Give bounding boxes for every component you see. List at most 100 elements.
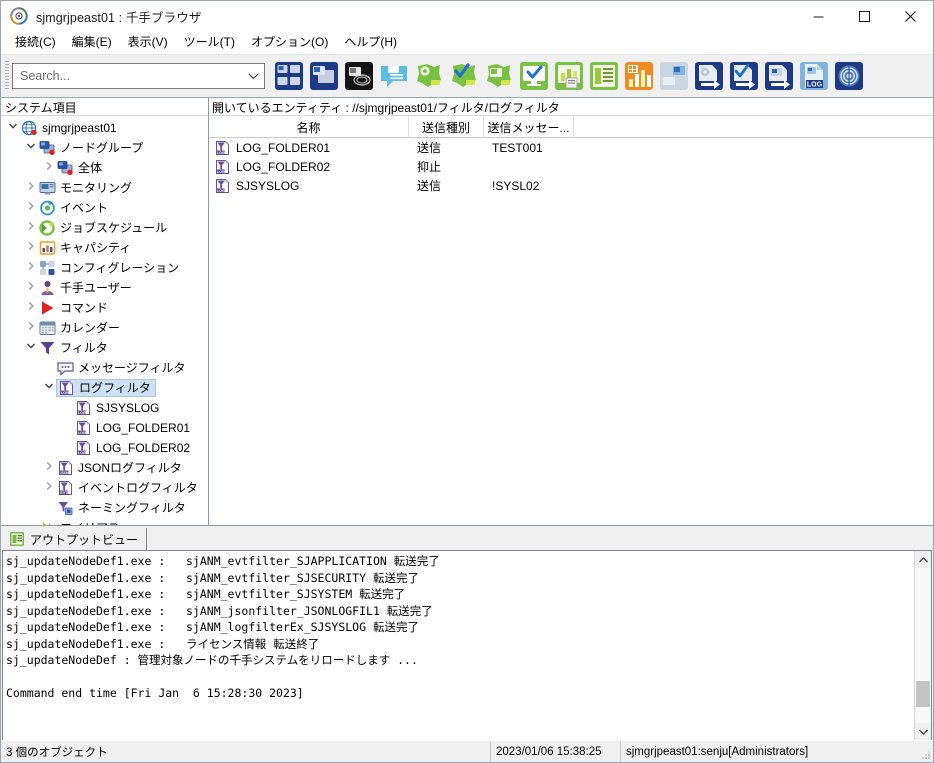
chevron-right-icon[interactable] — [24, 178, 38, 198]
svg-text:LOG: LOG — [78, 411, 86, 415]
chevron-right-icon[interactable] — [24, 218, 38, 238]
chevron-right-icon[interactable] — [24, 278, 38, 298]
menu-connect[interactable]: 接続(C) — [7, 33, 64, 53]
body-area: システム項目 sjmgrjpeast01 ノードグループ 全体 モニタリング イ… — [1, 98, 933, 525]
tree-node-message-filter[interactable]: メッセージフィルタ — [1, 358, 208, 378]
search-input[interactable] — [13, 68, 242, 84]
toolbar-message-filter-icon[interactable] — [378, 60, 410, 92]
toolbar-node-group-icon[interactable] — [273, 60, 305, 92]
tree-node-event-log-filter[interactable]: EVT イベントログフィルタ — [1, 478, 208, 498]
menu-tools[interactable]: ツール(T) — [176, 33, 243, 53]
chevron-right-icon[interactable] — [42, 158, 56, 178]
svg-text:LOG: LOG — [217, 188, 225, 192]
chevron-right-icon[interactable] — [24, 298, 38, 318]
tree-node-calendar[interactable]: カレンダー — [1, 318, 208, 338]
menu-edit[interactable]: 編集(E) — [64, 33, 120, 53]
toolbar-export-node-icon[interactable] — [763, 60, 795, 92]
menu-help[interactable]: ヘルプ(H) — [336, 33, 405, 53]
close-button[interactable] — [887, 1, 933, 31]
cell-name-text: SJSYSLOG — [236, 178, 300, 193]
cell-name: LOG LOG_FOLDER02 — [209, 157, 409, 176]
tree-node-json-log-filter[interactable]: JSON JSONログフィルタ — [1, 458, 208, 478]
menu-view[interactable]: 表示(V) — [120, 33, 176, 53]
table-row[interactable]: LOG SJSYSLOG 送信 !SYSL02 — [209, 176, 933, 195]
toolbar-capacity-report-icon[interactable] — [553, 60, 585, 92]
toolbar-job-check-icon[interactable] — [448, 60, 480, 92]
tree-node-monitoring[interactable]: モニタリング — [1, 178, 208, 198]
tree-item-label: 全体 — [78, 161, 103, 175]
chevron-down-icon[interactable] — [6, 118, 20, 138]
resize-grip[interactable] — [917, 741, 933, 762]
tree-node-log-folder02[interactable]: LOG LOG_FOLDER02 — [1, 438, 208, 458]
scroll-down-arrow[interactable] — [915, 723, 931, 740]
toolbar-job-monitor-icon[interactable] — [483, 60, 515, 92]
cell-send-message: TEST001 — [492, 140, 543, 155]
logfilter-icon: LOG — [214, 159, 231, 175]
chevron-right-icon[interactable] — [42, 458, 56, 478]
scroll-thumb[interactable] — [916, 681, 930, 708]
chevron-down-icon[interactable] — [24, 138, 38, 158]
chevron-right-icon[interactable] — [24, 258, 38, 278]
tree-node-configuration[interactable]: コンフィグレーション — [1, 258, 208, 278]
search-box[interactable] — [12, 63, 265, 89]
chevron-down-icon[interactable] — [24, 338, 38, 358]
tree-node-job-schedule[interactable]: ジョブスケジュール — [1, 218, 208, 238]
toolbar-monitor-check-icon[interactable] — [518, 60, 550, 92]
column-send-message[interactable]: 送信メッセー... — [484, 117, 574, 138]
app-icon — [10, 7, 28, 25]
toolbar-job-gear-icon[interactable] — [413, 60, 445, 92]
table-row[interactable]: LOG LOG_FOLDER02 抑止 — [209, 157, 933, 176]
output-scrollbar[interactable] — [914, 551, 931, 740]
cell-name: LOG LOG_FOLDER01 — [209, 138, 409, 157]
minimize-button[interactable] — [795, 1, 841, 31]
toolbar-log-file-icon[interactable]: LOG — [798, 60, 830, 92]
tree-item-label: ノードグループ — [60, 141, 144, 155]
chevron-right-icon[interactable] — [24, 238, 38, 258]
table-row[interactable]: LOG LOG_FOLDER01 送信 TEST001 — [209, 138, 933, 157]
chevron-right-icon[interactable] — [24, 198, 38, 218]
tree-node-naming-filter[interactable]: ネーミングフィルタ — [1, 498, 208, 518]
tree-node-event[interactable]: イベント — [1, 198, 208, 218]
tree-node-filter[interactable]: フィルタ — [1, 338, 208, 358]
list-rows[interactable]: LOG LOG_FOLDER01 送信 TEST001 LOG LOG_FOLDER02… — [209, 138, 933, 525]
tree-node-node-group[interactable]: ノードグループ — [1, 138, 208, 158]
tree-node-sjsyslog[interactable]: LOG SJSYSLOG — [1, 398, 208, 418]
cell-send-type: 送信 — [417, 179, 442, 193]
svg-text:LOG: LOG — [61, 391, 69, 395]
tree-node-log-filter[interactable]: LOG ログフィルタ — [1, 378, 208, 398]
tree-node-senju-user[interactable]: 千手ユーザー — [1, 278, 208, 298]
chevron-down-icon[interactable] — [42, 378, 56, 398]
toolbar-export-check-icon[interactable] — [728, 60, 760, 92]
tree-node-sjmgrjpeast01[interactable]: sjmgrjpeast01 — [1, 118, 208, 138]
toolbar-export-gear-icon[interactable] — [693, 60, 725, 92]
column-name[interactable]: 名称 — [209, 117, 409, 138]
menu-options[interactable]: オプション(O) — [243, 33, 336, 53]
toolbar-chart-orange-icon[interactable] — [623, 60, 655, 92]
tree-item-label: SJSYSLOG — [96, 401, 160, 415]
column-send-type[interactable]: 送信種別 — [409, 117, 484, 138]
toolbar-grip[interactable] — [5, 61, 9, 91]
toolbar-it-relation-icon[interactable] — [833, 60, 865, 92]
application-window: sjmgrjpeast01 : 千手ブラウザ 接続(C) 編集(E) 表示(V)… — [0, 0, 934, 763]
scroll-up-arrow[interactable] — [915, 551, 931, 568]
maximize-button[interactable] — [841, 1, 887, 31]
toolbar-report-list-icon[interactable] — [588, 60, 620, 92]
chevron-down-icon[interactable] — [242, 73, 264, 80]
event-icon — [39, 200, 56, 216]
toolbar-node-monitor-icon[interactable] — [308, 60, 340, 92]
chevron-right-icon[interactable] — [24, 318, 38, 338]
output-view-icon — [9, 531, 25, 547]
toolbar-node-light-icon[interactable] — [658, 60, 690, 92]
tree-node-log-folder01[interactable]: LOG LOG_FOLDER01 — [1, 418, 208, 438]
tab-output-view[interactable]: アウトプットビュー — [5, 528, 148, 550]
filter-list-view: 名称 送信種別 送信メッセー... LOG LOG_FOLDER01 送信 TEST001… — [209, 116, 933, 525]
toolbar-node-dark-icon[interactable] — [343, 60, 375, 92]
tree-node-alias[interactable]: エイリアス — [1, 518, 208, 525]
scroll-track[interactable] — [915, 568, 931, 723]
tree-node-capacity[interactable]: キャパシティ — [1, 238, 208, 258]
system-tree[interactable]: sjmgrjpeast01 ノードグループ 全体 モニタリング イベント ジョブ… — [1, 116, 208, 525]
tree-node-all[interactable]: 全体 — [1, 158, 208, 178]
tree-node-command[interactable]: コマンド — [1, 298, 208, 318]
chevron-right-icon[interactable] — [42, 478, 56, 498]
tree-item-label: JSONログフィルタ — [78, 461, 182, 475]
